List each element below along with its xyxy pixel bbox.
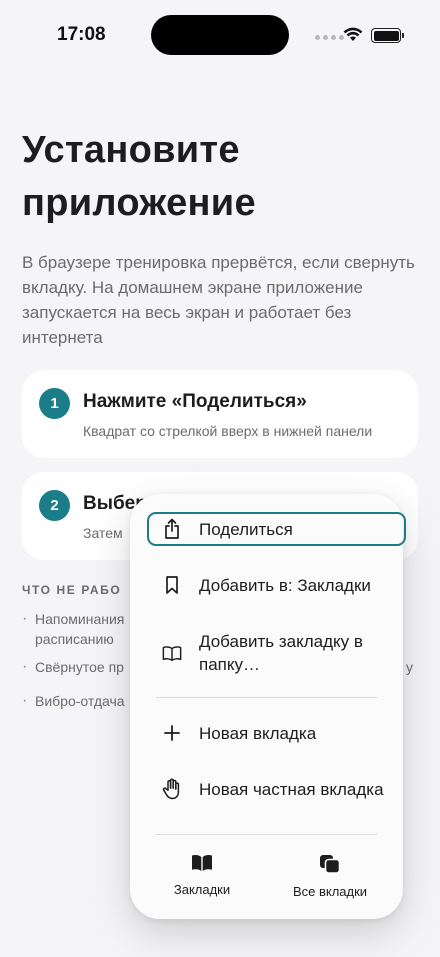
- menu-item-add-bookmark[interactable]: Добавить в: Закладки: [130, 562, 403, 608]
- share-menu: Поделиться Добавить в: Закладки Добавить…: [130, 494, 406, 919]
- hand-icon: [162, 778, 182, 800]
- list-item-text-tail: у: [406, 659, 413, 675]
- menu-item-label: Поделиться: [199, 519, 293, 539]
- step-title: Нажмите «Поделиться»: [83, 391, 307, 412]
- list-item-text: Свёрнутое пр: [35, 659, 124, 675]
- step-number-badge: 2: [39, 490, 70, 521]
- menu-separator: [156, 834, 377, 835]
- step-number-badge: 1: [39, 388, 70, 419]
- bookmarks-book-icon: [192, 855, 212, 871]
- bookmark-icon: [162, 575, 182, 595]
- tabs-icon: [320, 855, 341, 874]
- page-description: В браузере тренировка прервётся, если св…: [22, 253, 415, 347]
- page-title-line2: приложение: [22, 182, 256, 224]
- menu-item-label: Новая частная вкладка: [199, 779, 384, 799]
- menu-item-add-bookmark-folder[interactable]: Добавить закладку в папку…: [130, 630, 403, 676]
- page-title: Установите приложение: [22, 124, 412, 230]
- menu-item-label: Новая вкладка: [199, 723, 317, 743]
- list-item-text: Напоминания: [35, 611, 125, 627]
- battery-icon: [371, 28, 404, 43]
- step-card-1: 1 Нажмите «Поделиться» Квадрат со стрелк…: [22, 370, 418, 458]
- plus-icon: [162, 723, 182, 743]
- share-icon: [162, 518, 182, 539]
- status-bar: 17:08: [0, 0, 440, 72]
- signal-icon: [315, 35, 344, 40]
- menu-separator: [156, 697, 377, 698]
- menu-item-new-tab[interactable]: Новая вкладка: [130, 720, 403, 746]
- menu-item-new-private-tab[interactable]: Новая частная вкладка: [130, 766, 403, 812]
- status-time: 17:08: [57, 24, 106, 45]
- page-title-line1: Установите: [22, 129, 240, 171]
- all-tabs-button-label: Все вкладки: [292, 884, 368, 899]
- step-subtitle: Затем: [83, 525, 123, 541]
- menu-item-label: Добавить в: Закладки: [199, 575, 371, 595]
- menu-item-label: Добавить закладку в папку…: [199, 632, 363, 674]
- bookmarks-button-label: Закладки: [173, 882, 231, 897]
- all-tabs-button[interactable]: Все вкладки: [270, 852, 390, 902]
- dynamic-island: [151, 15, 289, 55]
- wifi-icon: [343, 27, 363, 41]
- list-item-text-cont: расписанию: [35, 631, 114, 647]
- section-heading: ЧТО НЕ РАБО: [22, 583, 122, 597]
- book-icon: [162, 643, 182, 663]
- bookmarks-button[interactable]: Закладки: [142, 852, 262, 902]
- menu-item-share[interactable]: Поделиться: [130, 512, 403, 546]
- step-subtitle: Квадрат со стрелкой вверх в нижней панел…: [83, 423, 373, 439]
- list-item-text: Вибро-отдача: [35, 693, 125, 709]
